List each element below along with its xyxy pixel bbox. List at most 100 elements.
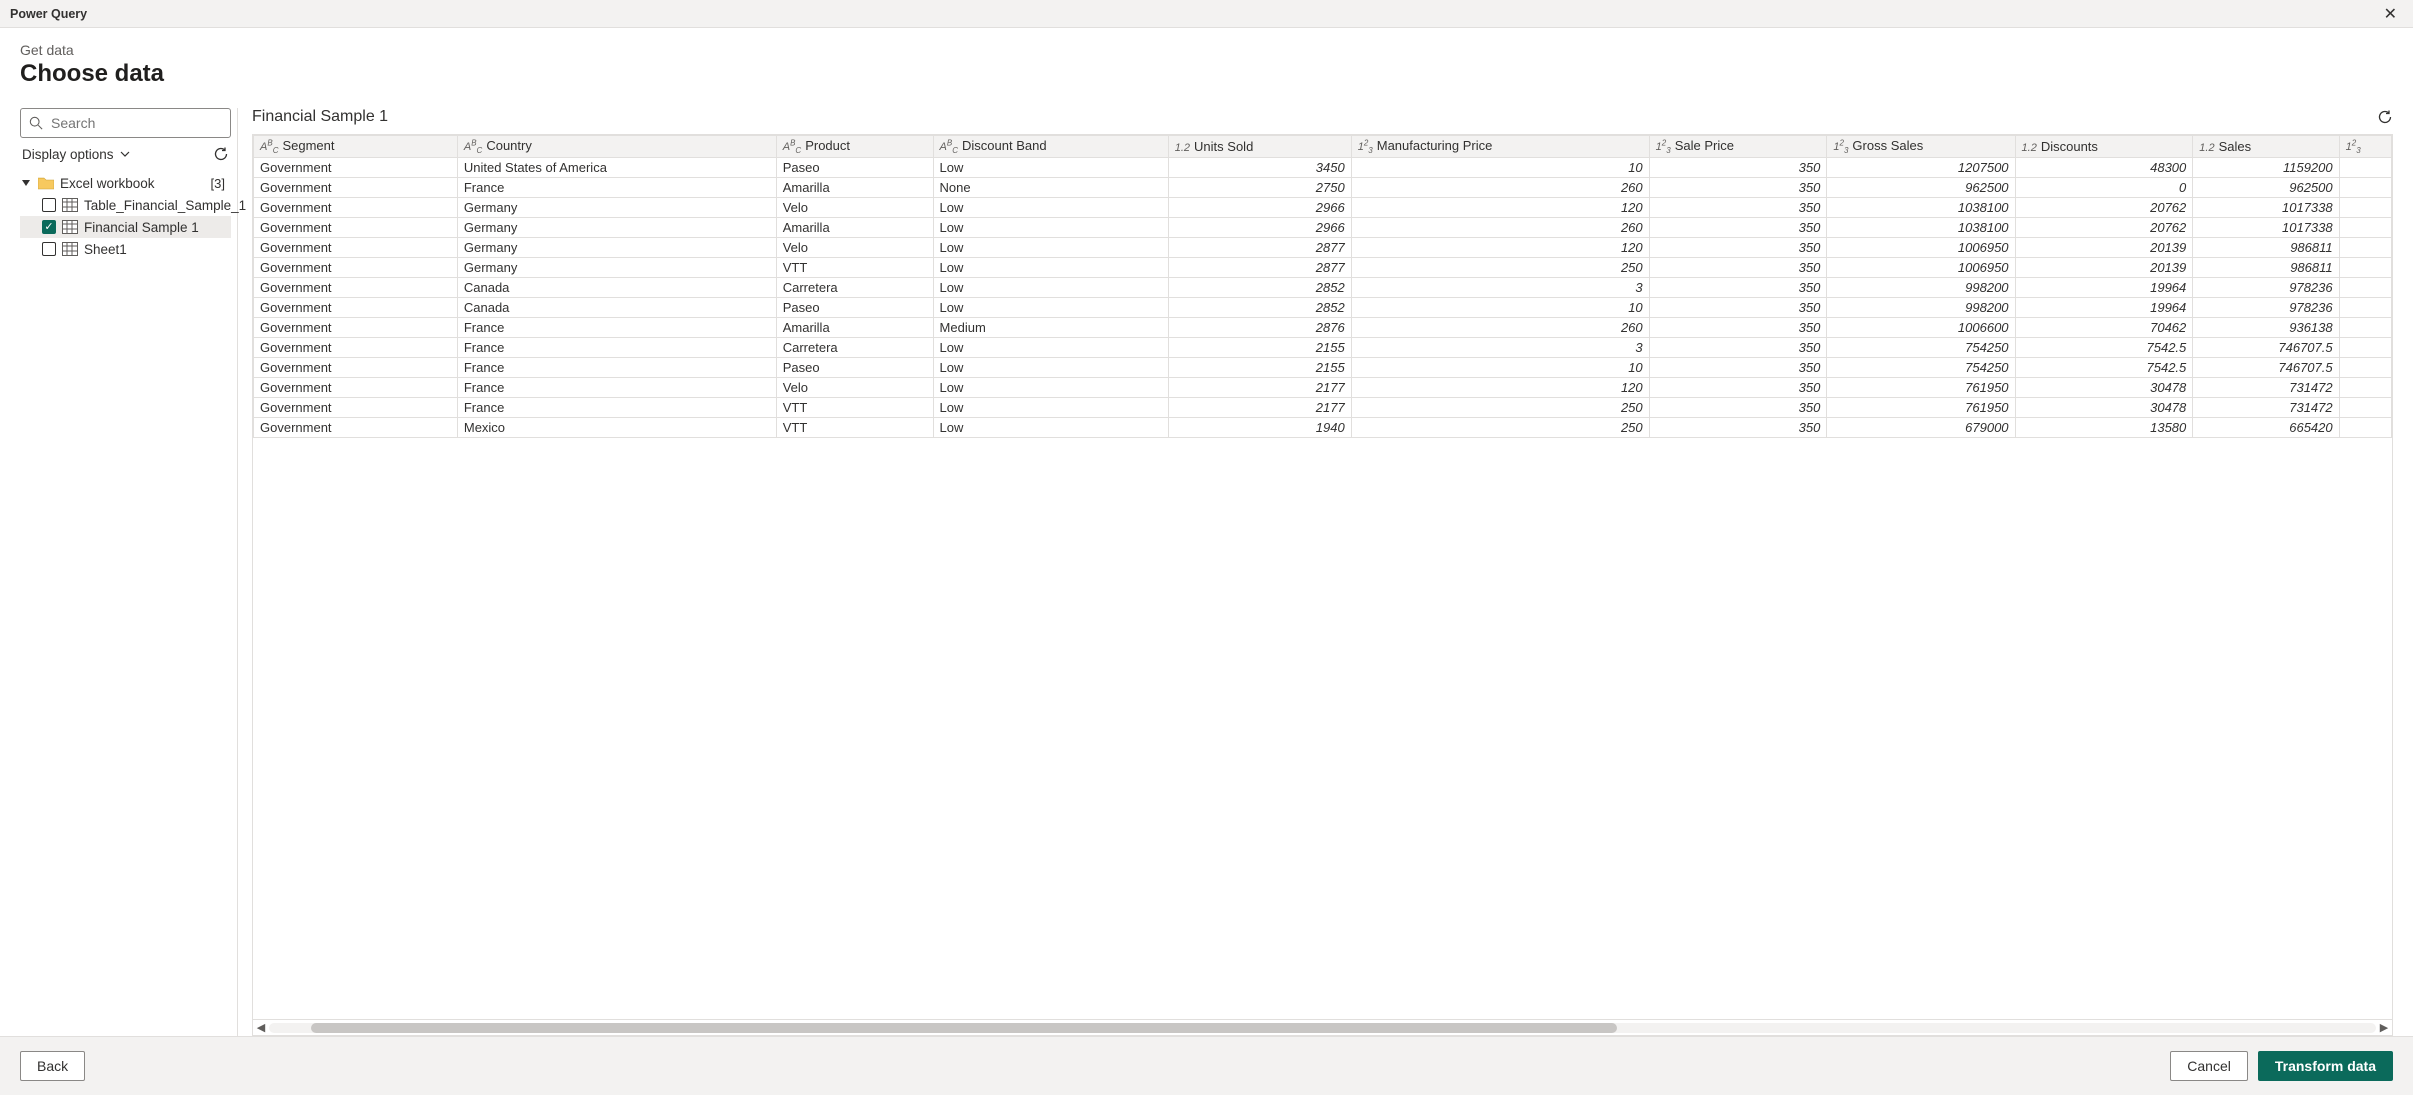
column-header[interactable]: ABCProduct <box>776 136 933 158</box>
table-cell[interactable]: 1017338 <box>2193 218 2339 238</box>
table-cell[interactable]: 350 <box>1649 258 1827 278</box>
table-cell[interactable] <box>2339 158 2391 178</box>
table-cell[interactable]: Low <box>933 338 1168 358</box>
table-cell[interactable]: 3 <box>1351 338 1649 358</box>
table-cell[interactable] <box>2339 278 2391 298</box>
table-cell[interactable]: Government <box>254 358 458 378</box>
table-row[interactable]: GovernmentCanadaCarreteraLow285233509982… <box>254 278 2392 298</box>
table-cell[interactable]: Government <box>254 178 458 198</box>
table-cell[interactable]: Low <box>933 298 1168 318</box>
table-cell[interactable]: 1038100 <box>1827 198 2015 218</box>
table-cell[interactable]: 731472 <box>2193 378 2339 398</box>
table-cell[interactable]: Paseo <box>776 298 933 318</box>
table-cell[interactable]: 350 <box>1649 378 1827 398</box>
table-cell[interactable]: Low <box>933 358 1168 378</box>
caret-down-icon[interactable] <box>22 179 32 187</box>
table-cell[interactable]: 1017338 <box>2193 198 2339 218</box>
table-cell[interactable]: 350 <box>1649 358 1827 378</box>
column-header[interactable]: 123Manufacturing Price <box>1351 136 1649 158</box>
tree-root-excel-workbook[interactable]: Excel workbook [3] <box>20 172 231 194</box>
table-cell[interactable]: Government <box>254 398 458 418</box>
table-cell[interactable]: Canada <box>457 298 776 318</box>
table-row[interactable]: GovernmentMexicoVTTLow194025035067900013… <box>254 418 2392 438</box>
refresh-icon[interactable] <box>213 146 229 162</box>
back-button[interactable]: Back <box>20 1051 85 1081</box>
table-cell[interactable]: 761950 <box>1827 398 2015 418</box>
table-cell[interactable]: Germany <box>457 218 776 238</box>
table-cell[interactable]: Low <box>933 238 1168 258</box>
table-row[interactable]: GovernmentGermanyVeloLow2877120350100695… <box>254 238 2392 258</box>
table-cell[interactable]: 986811 <box>2193 258 2339 278</box>
search-input[interactable] <box>49 114 234 132</box>
table-cell[interactable] <box>2339 298 2391 318</box>
table-row[interactable]: GovernmentCanadaPaseoLow2852103509982001… <box>254 298 2392 318</box>
close-icon[interactable]: ✕ <box>2378 4 2403 24</box>
table-cell[interactable]: Germany <box>457 238 776 258</box>
table-cell[interactable] <box>2339 398 2391 418</box>
table-cell[interactable]: France <box>457 318 776 338</box>
table-cell[interactable]: Velo <box>776 238 933 258</box>
table-cell[interactable]: Canada <box>457 278 776 298</box>
table-cell[interactable]: 2877 <box>1168 238 1351 258</box>
table-cell[interactable]: Low <box>933 278 1168 298</box>
table-cell[interactable]: 936138 <box>2193 318 2339 338</box>
table-row[interactable]: GovernmentFranceVeloLow21771203507619503… <box>254 378 2392 398</box>
transform-data-button[interactable]: Transform data <box>2258 1051 2393 1081</box>
table-cell[interactable]: Government <box>254 338 458 358</box>
table-cell[interactable]: 20762 <box>2015 198 2193 218</box>
table-cell[interactable]: Paseo <box>776 158 933 178</box>
table-cell[interactable]: 986811 <box>2193 238 2339 258</box>
table-cell[interactable]: Mexico <box>457 418 776 438</box>
table-cell[interactable]: 350 <box>1649 238 1827 258</box>
table-cell[interactable]: 120 <box>1351 198 1649 218</box>
table-cell[interactable] <box>2339 358 2391 378</box>
checkbox[interactable] <box>42 198 56 212</box>
table-cell[interactable]: 761950 <box>1827 378 2015 398</box>
table-cell[interactable]: France <box>457 378 776 398</box>
table-cell[interactable]: Low <box>933 258 1168 278</box>
display-options-dropdown[interactable]: Display options <box>22 147 130 162</box>
table-cell[interactable]: VTT <box>776 398 933 418</box>
table-cell[interactable]: Low <box>933 218 1168 238</box>
column-header[interactable]: 1.2Sales <box>2193 136 2339 158</box>
table-cell[interactable]: 1038100 <box>1827 218 2015 238</box>
table-cell[interactable]: 3 <box>1351 278 1649 298</box>
table-cell[interactable]: 260 <box>1351 178 1649 198</box>
table-cell[interactable]: Carretera <box>776 338 933 358</box>
table-cell[interactable]: 250 <box>1351 398 1649 418</box>
column-header[interactable]: 1.2Units Sold <box>1168 136 1351 158</box>
tree-item[interactable]: Table_Financial_Sample_1 <box>20 194 231 216</box>
table-cell[interactable]: 350 <box>1649 398 1827 418</box>
table-row[interactable]: GovernmentFranceVTTLow217725035076195030… <box>254 398 2392 418</box>
table-cell[interactable]: 120 <box>1351 378 1649 398</box>
scroll-thumb[interactable] <box>311 1023 1617 1033</box>
table-cell[interactable]: Medium <box>933 318 1168 338</box>
checkbox[interactable] <box>42 220 56 234</box>
column-header[interactable]: 1.2Discounts <box>2015 136 2193 158</box>
table-cell[interactable]: 1006950 <box>1827 238 2015 258</box>
table-cell[interactable]: Paseo <box>776 358 933 378</box>
table-cell[interactable] <box>2339 178 2391 198</box>
scroll-left-icon[interactable]: ◀ <box>253 1021 269 1034</box>
table-cell[interactable]: United States of America <box>457 158 776 178</box>
table-cell[interactable]: 350 <box>1649 158 1827 178</box>
table-cell[interactable]: 1006600 <box>1827 318 2015 338</box>
column-header[interactable]: ABCDiscount Band <box>933 136 1168 158</box>
grid-scroll[interactable]: ABCSegmentABCCountryABCProductABCDiscoun… <box>253 135 2392 1019</box>
table-cell[interactable]: 2177 <box>1168 398 1351 418</box>
refresh-preview-icon[interactable] <box>2377 109 2393 125</box>
table-cell[interactable]: 1159200 <box>2193 158 2339 178</box>
table-cell[interactable]: Government <box>254 238 458 258</box>
table-cell[interactable]: 2750 <box>1168 178 1351 198</box>
table-cell[interactable]: France <box>457 398 776 418</box>
table-cell[interactable]: 3450 <box>1168 158 1351 178</box>
table-cell[interactable]: 30478 <box>2015 378 2193 398</box>
table-cell[interactable]: Low <box>933 158 1168 178</box>
table-cell[interactable]: 350 <box>1649 178 1827 198</box>
table-cell[interactable]: 350 <box>1649 198 1827 218</box>
table-cell[interactable] <box>2339 418 2391 438</box>
table-cell[interactable]: 7542.5 <box>2015 358 2193 378</box>
table-cell[interactable]: Government <box>254 198 458 218</box>
table-cell[interactable]: 746707.5 <box>2193 338 2339 358</box>
tree-item[interactable]: Sheet1 <box>20 238 231 260</box>
